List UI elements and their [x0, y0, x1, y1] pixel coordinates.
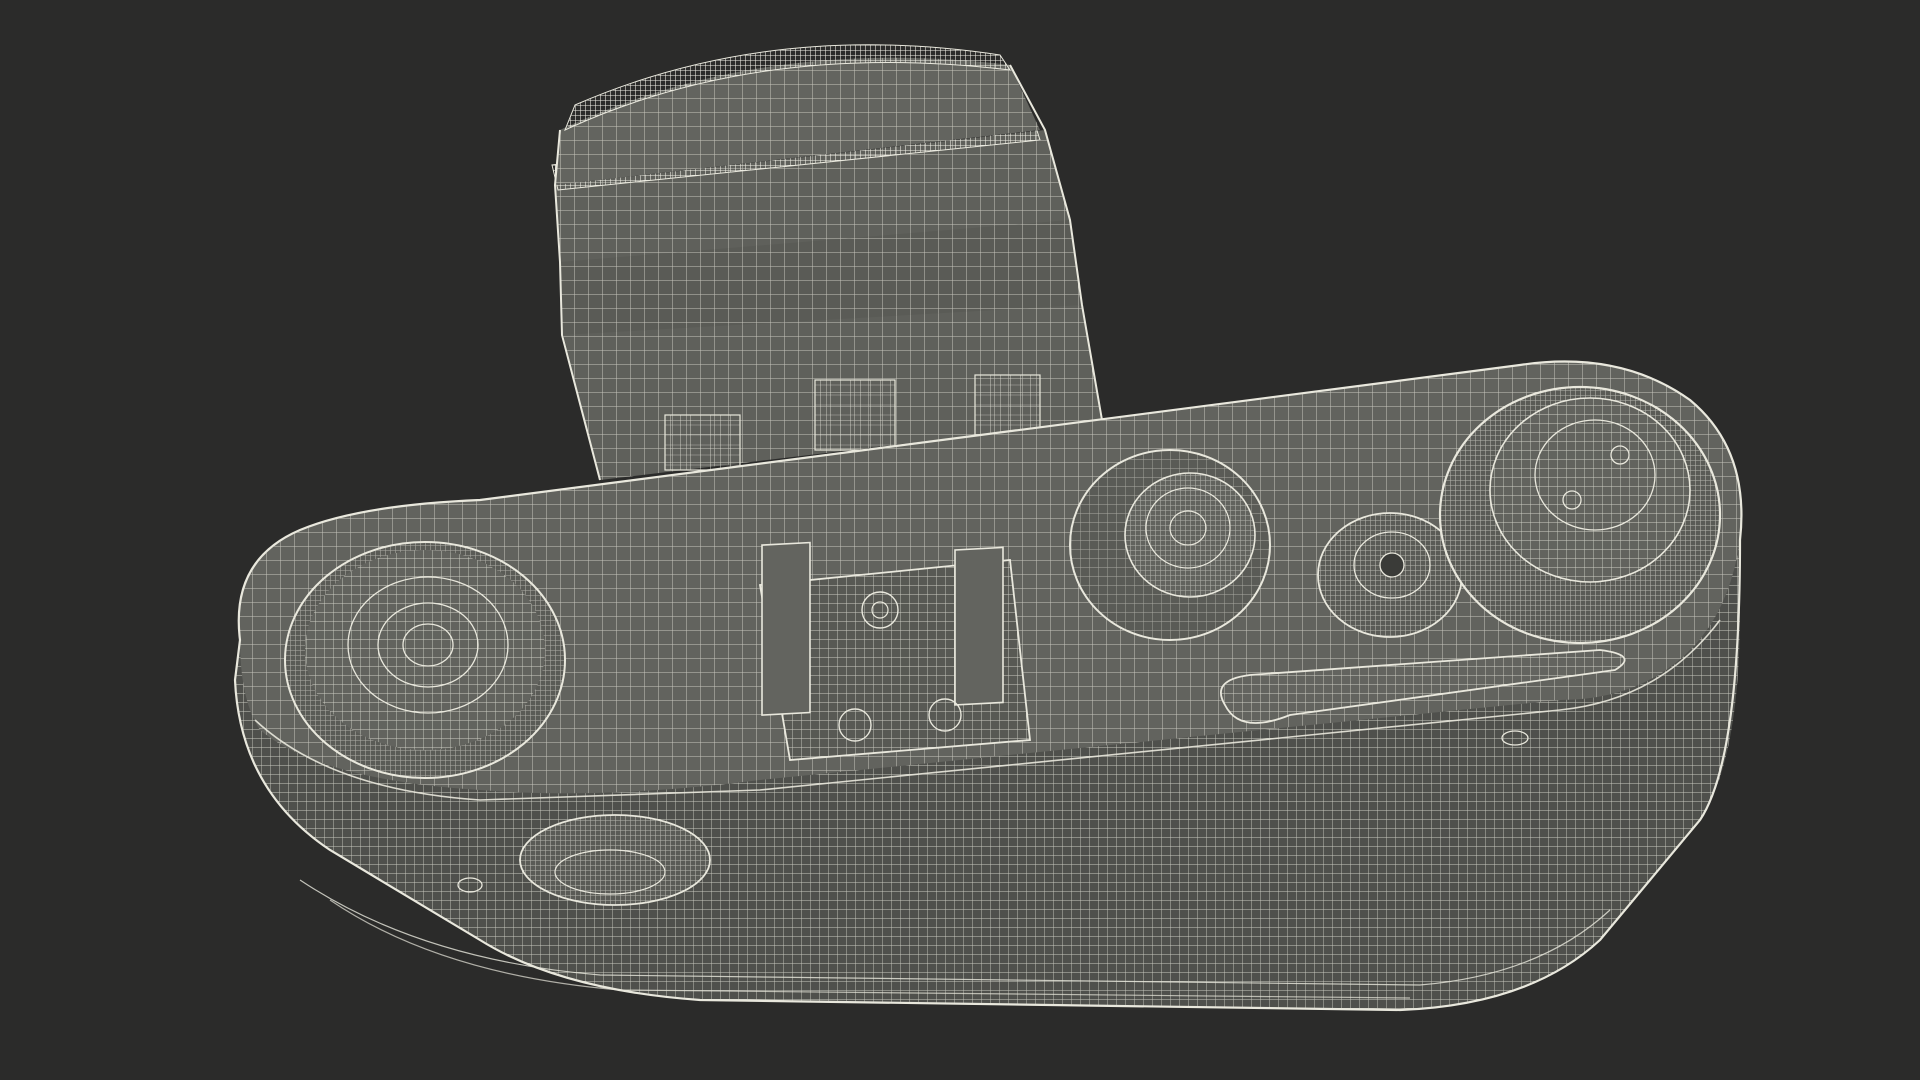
- camera-wireframe-render: [233, 44, 1743, 1012]
- lens-barrel: [551, 44, 1103, 481]
- lens-mount-tab: [664, 414, 741, 471]
- rewind-knob: [284, 541, 566, 779]
- lens-mount-tab: [814, 379, 896, 451]
- shutter-speed-dial: [1069, 449, 1271, 641]
- lens-mount-tab: [974, 374, 1041, 436]
- film-advance-dial: [1438, 385, 1722, 645]
- render-viewport: [0, 0, 1920, 1080]
- shoe-rail-left: [761, 541, 811, 716]
- shoe-rail-right: [954, 546, 1004, 706]
- accessory-shoe: [758, 541, 1031, 761]
- front-selector-knob: [519, 814, 711, 906]
